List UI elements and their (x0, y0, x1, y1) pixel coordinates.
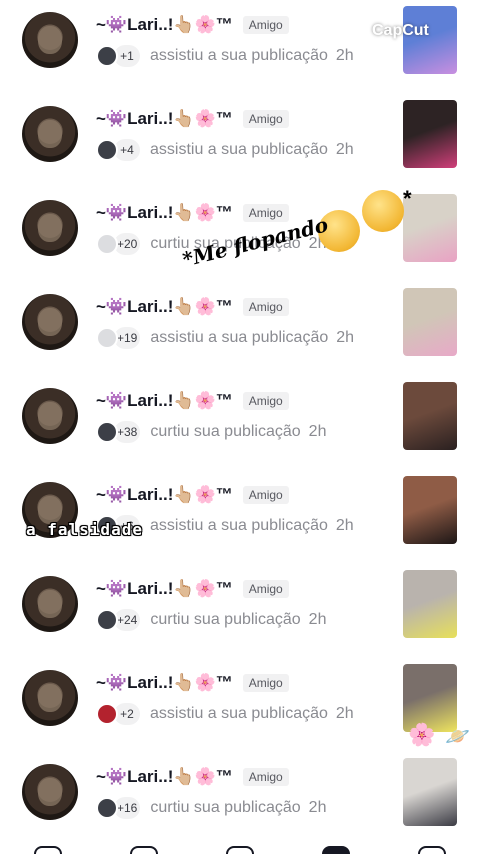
notification-action: assistiu a sua publicação (150, 141, 328, 158)
mini-avatar (96, 45, 118, 67)
notification-time: 2h (335, 141, 354, 158)
notification-action: curtiu sua publicação (150, 423, 301, 440)
name-line: ~👾Lari..!👆🏼🌸™ Amigo (96, 108, 289, 130)
inbox-icon[interactable] (322, 846, 350, 854)
mini-avatar (96, 327, 118, 349)
meta-line: +24 curtiu sua publicação 2h (96, 608, 326, 632)
notification-time: 2h (336, 329, 355, 346)
username[interactable]: ~👾Lari..!👆🏼🌸™ (96, 579, 233, 599)
notification-row[interactable]: ~👾Lari..!👆🏼🌸™ Amigo +4 assistiu a sua pu… (0, 100, 480, 194)
notification-row[interactable]: ~👾Lari..!👆🏼🌸™ Amigo +19 assistiu a sua p… (0, 288, 480, 382)
mini-avatar (96, 797, 118, 819)
notification-row[interactable]: ~👾Lari..!👆🏼🌸™ Amigo +1 assistiu a sua pu… (0, 6, 480, 100)
notification-action: assistiu a sua publicação (150, 705, 328, 722)
friend-badge: Amigo (242, 392, 289, 410)
friend-badge: Amigo (242, 298, 289, 316)
name-line: ~👾Lari..!👆🏼🌸™ Amigo (96, 484, 289, 506)
name-line: ~👾Lari..!👆🏼🌸™ Amigo (96, 296, 289, 318)
user-avatar[interactable] (22, 388, 78, 444)
notification-time: 2h (308, 423, 327, 440)
post-thumbnail[interactable] (403, 288, 457, 356)
mini-avatar (96, 421, 118, 443)
capcut-watermark: CapCut (372, 22, 429, 39)
name-line: ~👾Lari..!👆🏼🌸™ Amigo (96, 672, 289, 694)
mini-avatar (96, 609, 118, 631)
username[interactable]: ~👾Lari..!👆🏼🌸™ (96, 391, 233, 411)
post-thumbnail[interactable] (403, 570, 457, 638)
meta-line: +4 assistiu a sua publicação 2h (96, 138, 354, 162)
user-avatar[interactable] (22, 12, 78, 68)
user-avatar[interactable] (22, 764, 78, 820)
meta-line: +16 curtiu sua publicação 2h (96, 796, 326, 820)
meta-line: +19 assistiu a sua publicação 2h (96, 326, 354, 350)
user-avatar[interactable] (22, 200, 78, 256)
username[interactable]: ~👾Lari..!👆🏼🌸™ (96, 673, 233, 693)
post-thumbnail[interactable] (403, 382, 457, 450)
home-icon[interactable] (34, 846, 62, 854)
mini-avatar (96, 139, 118, 161)
friend-badge: Amigo (242, 674, 289, 692)
friends-icon[interactable] (130, 846, 158, 854)
username[interactable]: ~👾Lari..!👆🏼🌸™ (96, 109, 233, 129)
notification-time: 2h (335, 517, 354, 534)
user-avatar[interactable] (22, 294, 78, 350)
post-thumbnail[interactable] (403, 476, 457, 544)
friend-badge: Amigo (242, 110, 289, 128)
notification-action: assistiu a sua publicação (150, 329, 329, 346)
name-line: ~👾Lari..!👆🏼🌸™ Amigo (96, 390, 289, 412)
friend-badge: Amigo (242, 16, 289, 34)
user-avatar[interactable] (22, 106, 78, 162)
notification-action: curtiu sua publicação (150, 799, 301, 816)
flower-sticker: 🌸 (408, 722, 436, 747)
name-line: ~👾Lari..!👆🏼🌸™ Amigo (96, 578, 289, 600)
notification-time: 2h (335, 47, 354, 64)
notification-row[interactable]: ~👾Lari..!👆🏼🌸™ Amigo +38 curtiu sua publi… (0, 382, 480, 476)
eye-roll-face-sticker (362, 190, 404, 232)
notification-action: assistiu a sua publicação (150, 47, 328, 64)
user-avatar[interactable] (22, 670, 78, 726)
friend-badge: Amigo (242, 580, 289, 598)
post-thumbnail[interactable] (403, 6, 457, 74)
create-icon[interactable] (226, 846, 254, 854)
profile-icon[interactable] (418, 846, 446, 854)
notification-time: 2h (308, 799, 327, 816)
name-line: ~👾Lari..!👆🏼🌸™ Amigo (96, 766, 289, 788)
mini-avatar (96, 233, 118, 255)
meta-line: +2 assistiu a sua publicação 2h (96, 702, 354, 726)
meta-line: +38 curtiu sua publicação 2h (96, 420, 326, 444)
friend-badge: Amigo (242, 204, 289, 222)
asterisk-overlay: * (403, 186, 412, 211)
notification-row[interactable]: ~👾Lari..!👆🏼🌸™ Amigo +16 curtiu sua publi… (0, 758, 480, 852)
name-line: ~👾Lari..!👆🏼🌸™ Amigo (96, 14, 289, 36)
friend-badge: Amigo (242, 486, 289, 504)
bottom-nav (0, 842, 480, 854)
notification-action: assistiu a sua publicação (150, 517, 328, 534)
planet-sticker: 🪐 (445, 726, 470, 748)
caption-falsidade: a falsidade (26, 520, 143, 539)
notification-action: curtiu sua publicação (150, 611, 301, 628)
username[interactable]: ~👾Lari..!👆🏼🌸™ (96, 297, 233, 317)
username[interactable]: ~👾Lari..!👆🏼🌸™ (96, 15, 233, 35)
notification-row[interactable]: ~👾Lari..!👆🏼🌸™ Amigo +24 curtiu sua publi… (0, 570, 480, 664)
post-thumbnail[interactable] (403, 758, 457, 826)
username[interactable]: ~👾Lari..!👆🏼🌸™ (96, 767, 233, 787)
username[interactable]: ~👾Lari..!👆🏼🌸™ (96, 203, 233, 223)
user-avatar[interactable] (22, 576, 78, 632)
name-line: ~👾Lari..!👆🏼🌸™ Amigo (96, 202, 289, 224)
post-thumbnail[interactable] (403, 100, 457, 168)
meta-line: +1 assistiu a sua publicação 2h (96, 44, 354, 68)
notification-time: 2h (308, 611, 327, 628)
friend-badge: Amigo (242, 768, 289, 786)
mini-avatar (96, 703, 118, 725)
notification-time: 2h (335, 705, 354, 722)
username[interactable]: ~👾Lari..!👆🏼🌸™ (96, 485, 233, 505)
